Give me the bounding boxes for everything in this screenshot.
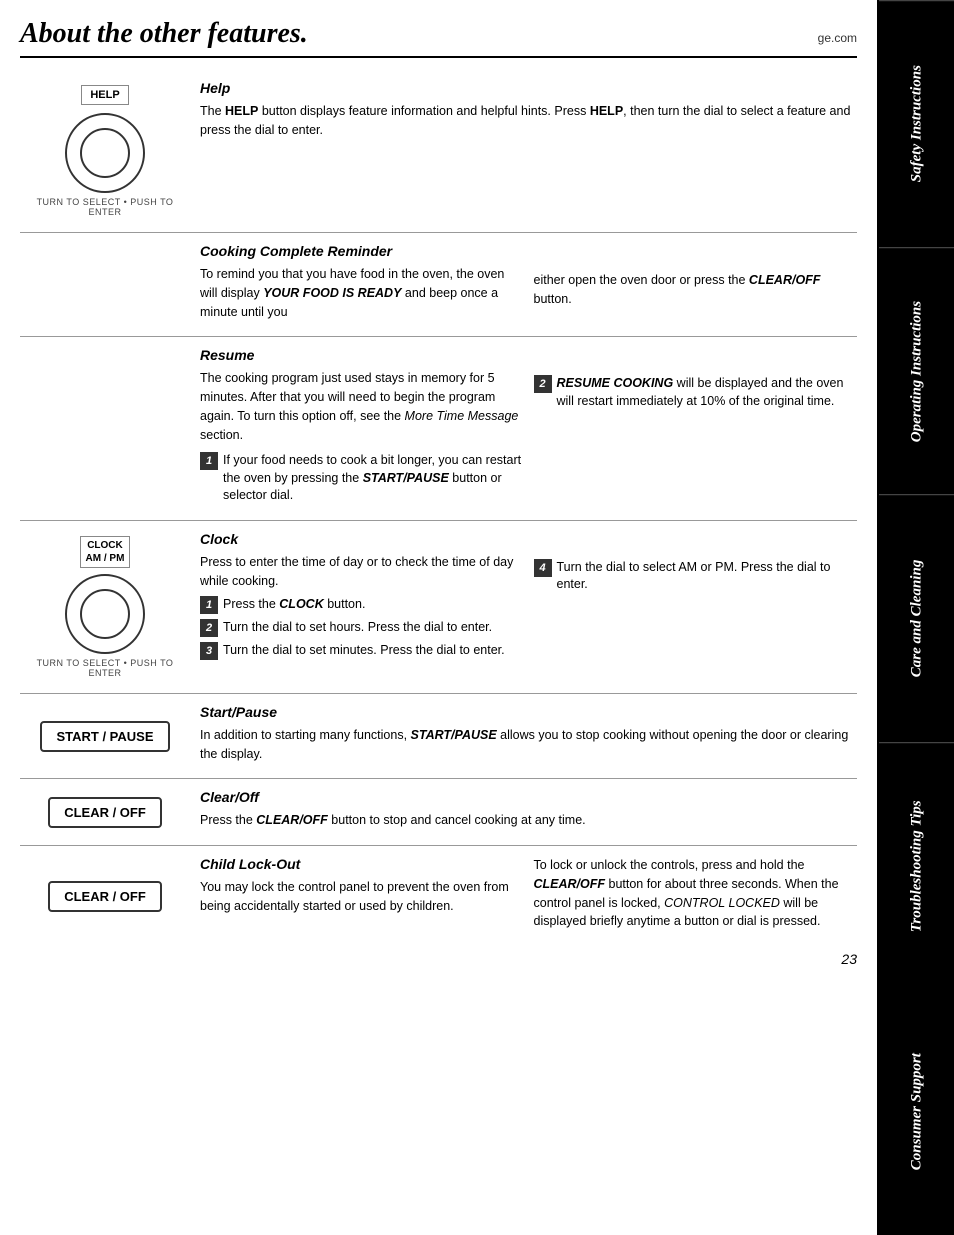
section-help: HELP TURN TO SELECT • PUSH TO ENTER Help… — [20, 70, 857, 233]
section-child-lockout: CLEAR / OFF Child Lock-Out You may lock … — [20, 846, 857, 946]
clear-off-text: Press the CLEAR/OFF button to stop and c… — [200, 811, 857, 830]
dial-label-clock: TURN TO SELECT • PUSH TO ENTER — [25, 658, 185, 678]
section-cooking-complete: Cooking Complete Reminder To remind you … — [20, 233, 857, 337]
clock-text: Press to enter the time of day or to che… — [200, 553, 524, 591]
cooking-right-col: either open the oven door or press the C… — [534, 243, 858, 326]
sidebar-item-consumer[interactable]: Consumer Support — [879, 989, 954, 1235]
dial-inner-clock — [80, 589, 130, 639]
clock-step3-text: Turn the dial to set minutes. Press the … — [223, 642, 505, 660]
section-left-clear-off: CLEAR / OFF — [20, 789, 190, 835]
resume-step2-num: 2 — [534, 375, 552, 393]
clock-step1-num: 1 — [200, 596, 218, 614]
clock-right-col: 4 Turn the dial to select AM or PM. Pres… — [534, 531, 858, 683]
sidebar-label-consumer: Consumer Support — [908, 1053, 926, 1170]
sidebar-item-care[interactable]: Care and Cleaning — [879, 494, 954, 741]
section-right-clock: Clock Press to enter the time of day or … — [200, 531, 857, 683]
section-start-pause: START / PAUSE Start/Pause In addition to… — [20, 694, 857, 780]
clock-step2: 2 Turn the dial to set hours. Press the … — [200, 619, 524, 637]
child-lockout-text-right: To lock or unlock the controls, press an… — [534, 856, 858, 931]
resume-right-col: 2 RESUME COOKING will be displayed and t… — [534, 347, 858, 510]
section-left-help: HELP TURN TO SELECT • PUSH TO ENTER — [20, 80, 190, 222]
clock-step1: 1 Press the CLOCK button. — [200, 596, 524, 614]
sidebar-label-safety: Safety Instructions — [908, 66, 926, 183]
page-title: About the other features. — [20, 18, 308, 50]
section-left-start-pause: START / PAUSE — [20, 704, 190, 769]
cooking-complete-left-empty — [20, 243, 190, 326]
resume-text: The cooking program just used stays in m… — [200, 369, 524, 444]
sidebar-item-troubleshooting[interactable]: Troubleshooting Tips — [879, 742, 954, 989]
start-pause-title: Start/Pause — [200, 704, 857, 720]
page-header: About the other features. ge.com — [20, 18, 857, 58]
resume-step2: 2 RESUME COOKING will be displayed and t… — [534, 375, 858, 410]
clock-button-line2: AM / PM — [86, 553, 125, 564]
cooking-left-col: Cooking Complete Reminder To remind you … — [200, 243, 524, 326]
section-left-clock: CLOCK AM / PM TURN TO SELECT • PUSH TO E… — [20, 531, 190, 683]
section-right-cooking: Cooking Complete Reminder To remind you … — [200, 243, 857, 326]
dial-circle-help — [65, 113, 145, 193]
start-pause-button[interactable]: START / PAUSE — [40, 721, 169, 752]
start-pause-text: In addition to starting many functions, … — [200, 726, 857, 764]
dial-label-help: TURN TO SELECT • PUSH TO ENTER — [25, 197, 185, 217]
page-url: ge.com — [818, 31, 857, 45]
clock-step4: 4 Turn the dial to select AM or PM. Pres… — [534, 559, 858, 594]
section-clock: CLOCK AM / PM TURN TO SELECT • PUSH TO E… — [20, 521, 857, 694]
clock-step2-num: 2 — [200, 619, 218, 637]
clock-button-line1: CLOCK — [87, 540, 123, 551]
help-title: Help — [200, 80, 857, 96]
clock-step3-num: 3 — [200, 642, 218, 660]
clock-button-image: CLOCK AM / PM — [80, 536, 131, 568]
clock-left-col: Clock Press to enter the time of day or … — [200, 531, 524, 683]
clock-step4-text: Turn the dial to select AM or PM. Press … — [557, 559, 858, 594]
sidebar-label-operating: Operating Instructions — [908, 301, 926, 442]
cooking-text-left: To remind you that you have food in the … — [200, 265, 524, 321]
page-number: 23 — [841, 951, 857, 967]
clock-step1-text: Press the CLOCK button. — [223, 596, 365, 614]
child-lockout-text-left: You may lock the control panel to preven… — [200, 878, 524, 916]
start-pause-content: Start/Pause In addition to starting many… — [200, 704, 857, 769]
help-button-image: HELP — [81, 85, 128, 105]
clock-step4-num: 4 — [534, 559, 552, 577]
clock-title: Clock — [200, 531, 524, 547]
sidebar-item-operating[interactable]: Operating Instructions — [879, 247, 954, 494]
sidebar-label-troubleshooting: Troubleshooting Tips — [908, 800, 926, 932]
section-clear-off: CLEAR / OFF Clear/Off Press the CLEAR/OF… — [20, 779, 857, 846]
section-right-child-lockout: Child Lock-Out You may lock the control … — [200, 856, 857, 936]
section-right-clear-off: Clear/Off Press the CLEAR/OFF button to … — [200, 789, 857, 835]
clear-off-content: Clear/Off Press the CLEAR/OFF button to … — [200, 789, 857, 835]
resume-step1-text: If your food needs to cook a bit longer,… — [223, 452, 524, 505]
dial-inner-help — [80, 128, 130, 178]
child-lockout-left-col: Child Lock-Out You may lock the control … — [200, 856, 524, 936]
resume-step2-text: RESUME COOKING will be displayed and the… — [557, 375, 858, 410]
resume-left-empty — [20, 347, 190, 510]
clear-off-title: Clear/Off — [200, 789, 857, 805]
resume-title: Resume — [200, 347, 524, 363]
section-resume: Resume The cooking program just used sta… — [20, 337, 857, 521]
dial-circle-clock — [65, 574, 145, 654]
cooking-title: Cooking Complete Reminder — [200, 243, 524, 259]
cooking-text-right: either open the oven door or press the C… — [534, 271, 858, 309]
section-right-help: Help The HELP button displays feature in… — [200, 80, 857, 222]
clock-step2-text: Turn the dial to set hours. Press the di… — [223, 619, 492, 637]
help-text: The HELP button displays feature informa… — [200, 102, 857, 140]
sidebar-item-safety[interactable]: Safety Instructions — [879, 0, 954, 247]
resume-step1-num: 1 — [200, 452, 218, 470]
page-number-area: 23 — [20, 946, 857, 972]
resume-step1: 1 If your food needs to cook a bit longe… — [200, 452, 524, 505]
section-right-start-pause: Start/Pause In addition to starting many… — [200, 704, 857, 769]
child-lockout-title: Child Lock-Out — [200, 856, 524, 872]
sidebar-label-care: Care and Cleaning — [908, 560, 926, 678]
resume-left-col: Resume The cooking program just used sta… — [200, 347, 524, 510]
section-left-child-lockout: CLEAR / OFF — [20, 856, 190, 936]
clock-step3: 3 Turn the dial to set minutes. Press th… — [200, 642, 524, 660]
clear-off-button[interactable]: CLEAR / OFF — [48, 797, 162, 828]
child-lockout-button[interactable]: CLEAR / OFF — [48, 881, 162, 912]
section-right-resume: Resume The cooking program just used sta… — [200, 347, 857, 510]
sidebar: Safety Instructions Operating Instructio… — [879, 0, 954, 1235]
help-content: Help The HELP button displays feature in… — [200, 80, 857, 222]
child-lockout-right-col: To lock or unlock the controls, press an… — [534, 856, 858, 936]
